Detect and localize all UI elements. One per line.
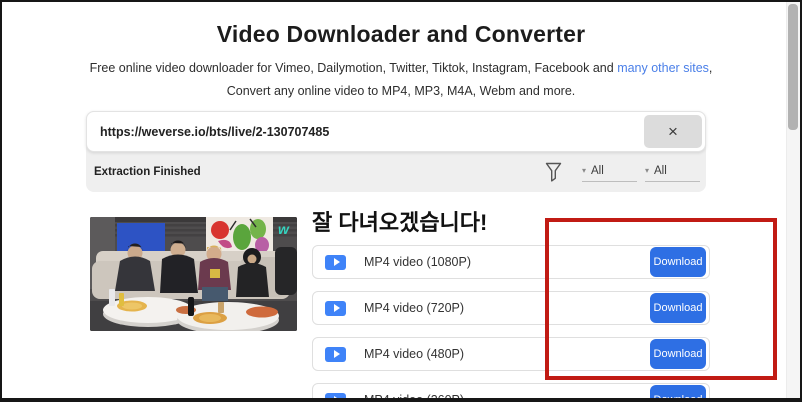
page-subtitle: Free online video downloader for Vimeo, … [77, 57, 725, 103]
download-button[interactable]: Download [650, 385, 706, 398]
chevron-down-icon: ▾ [645, 166, 650, 175]
video-play-icon [325, 392, 346, 398]
format-label: MP4 video (1080P) [364, 255, 472, 269]
quality-filter-value: All [654, 164, 667, 177]
format-filter-value: All [591, 164, 604, 177]
format-filter-dropdown[interactable]: ▾ All [582, 163, 637, 182]
download-item-row: MP4 video (360P) Download [312, 383, 710, 402]
clear-url-button[interactable]: × [644, 115, 702, 148]
status-bar: Extraction Finished ▾ All ▾ All [86, 152, 706, 192]
download-button[interactable]: Download [650, 339, 706, 369]
video-play-icon [325, 254, 346, 270]
close-icon: × [668, 122, 678, 141]
video-play-icon [325, 346, 346, 362]
weverse-watermark: w [278, 221, 290, 237]
quality-filter-dropdown[interactable]: ▾ All [645, 163, 700, 182]
url-input[interactable] [87, 124, 705, 139]
video-title: 잘 다녀오겠습니다! [312, 210, 488, 235]
video-thumbnail: w [90, 217, 297, 331]
filter-funnel-icon[interactable] [545, 162, 562, 183]
many-other-sites-link[interactable]: many other sites [617, 61, 709, 75]
scrollbar[interactable] [786, 2, 800, 398]
downloader-panel: × Extraction Finished ▾ All ▾ All [86, 111, 706, 192]
scrollbar-thumb[interactable] [788, 4, 798, 130]
url-card: × [86, 111, 706, 152]
format-label: MP4 video (360P) [364, 393, 465, 402]
download-item-row: MP4 video (480P) Download [312, 337, 710, 371]
page-title: Video Downloader and Converter [216, 21, 586, 47]
filter-group: ▾ All ▾ All [545, 162, 700, 183]
download-item-row: MP4 video (1080P) Download [312, 245, 710, 279]
format-label: MP4 video (720P) [364, 301, 465, 315]
chevron-down-icon: ▾ [582, 166, 587, 175]
download-button[interactable]: Download [650, 247, 706, 277]
format-label: MP4 video (480P) [364, 347, 465, 361]
download-item-row: MP4 video (720P) Download [312, 291, 710, 325]
extraction-status: Extraction Finished [94, 166, 201, 178]
browser-page: Video Downloader and Converter Free onli… [0, 0, 802, 402]
download-button[interactable]: Download [650, 293, 706, 323]
download-list: MP4 video (1080P) Download MP4 video (72… [312, 245, 710, 402]
video-play-icon [325, 300, 346, 316]
subtitle-text-pre: Free online video downloader for Vimeo, … [89, 61, 618, 75]
